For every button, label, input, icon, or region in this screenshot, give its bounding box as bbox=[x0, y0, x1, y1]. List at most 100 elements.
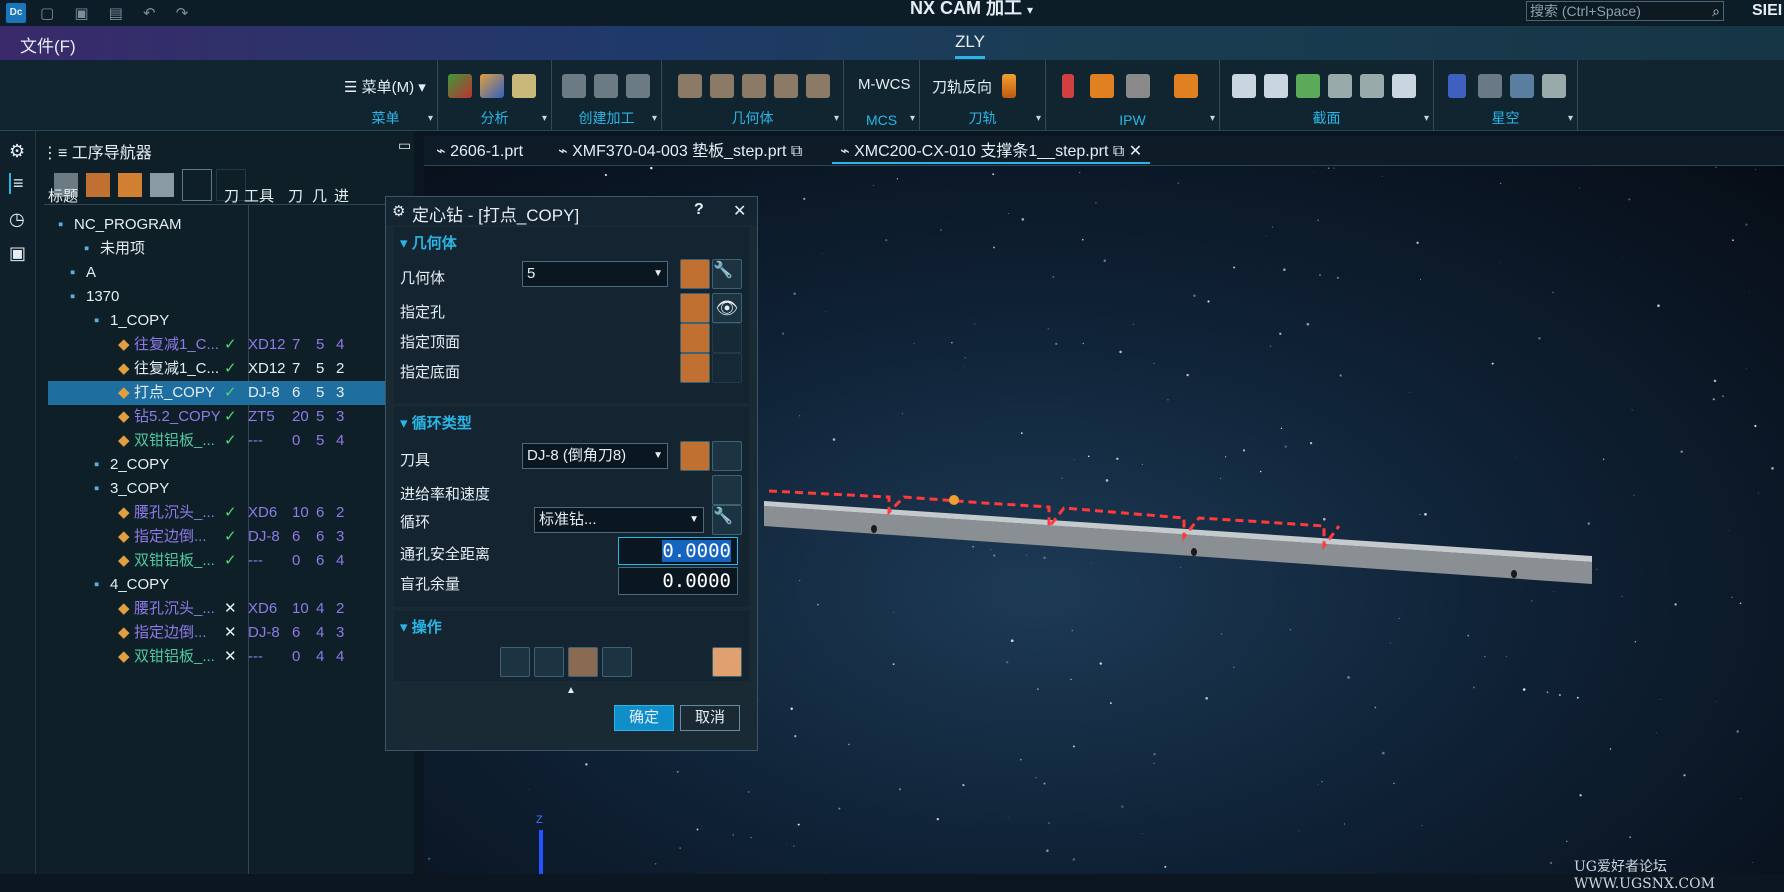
table-row[interactable]: ▪ 3_COPY bbox=[48, 477, 406, 501]
close-icon[interactable]: ✕ bbox=[1129, 143, 1142, 160]
tab-file-2[interactable]: ⌁ XMF370-04-003 垫板_step.prt ⧉ bbox=[550, 140, 810, 164]
ipw-icon-4[interactable] bbox=[1174, 74, 1198, 98]
section-icon-4[interactable] bbox=[1328, 74, 1352, 98]
section-icon-5[interactable] bbox=[1360, 74, 1384, 98]
close-icon[interactable]: ✕ bbox=[733, 201, 746, 221]
select-hole-icon[interactable] bbox=[680, 293, 710, 323]
panel-window-icon[interactable]: ▭ bbox=[398, 137, 411, 154]
replay-icon[interactable] bbox=[534, 647, 564, 677]
generate-icon[interactable] bbox=[500, 647, 530, 677]
section-icon-1[interactable] bbox=[1232, 74, 1256, 98]
table-row[interactable]: ◆ 腰孔沉头_... ✓ XD6 10 6 2 bbox=[48, 501, 406, 525]
tab-file-1[interactable]: ⌁ 2606-1.prt bbox=[428, 140, 531, 164]
layers-icon[interactable] bbox=[1392, 74, 1416, 98]
help-icon[interactable]: ? bbox=[694, 201, 704, 219]
quick-access-icons[interactable]: ▢ ▣ ▤ ↶ ↷ bbox=[40, 4, 196, 22]
section-geometry-header[interactable]: ▾ 几何体 bbox=[400, 232, 457, 253]
tool-select[interactable]: DJ-8 (倒角刀8) ▼ bbox=[522, 443, 668, 469]
table-row[interactable]: ◆ 打点_COPY ✓ DJ-8 6 5 3 bbox=[48, 381, 406, 405]
chevron-down-icon[interactable]: ▾ bbox=[1210, 113, 1215, 124]
analysis-icon[interactable] bbox=[448, 74, 472, 98]
feeds-speeds-icon[interactable] bbox=[712, 475, 742, 505]
table-row[interactable]: ▪ 4_COPY bbox=[48, 573, 406, 597]
table-row[interactable]: ▪ 1_COPY bbox=[48, 309, 406, 333]
verify-icon[interactable] bbox=[568, 647, 598, 677]
starry-icon-4[interactable] bbox=[1542, 74, 1566, 98]
geometry-select[interactable]: 5 ▼ bbox=[522, 261, 668, 287]
starry-icon-2[interactable] bbox=[1478, 74, 1502, 98]
toolpath-icon[interactable] bbox=[1002, 74, 1016, 98]
file-menu[interactable]: 文件(F) bbox=[20, 32, 76, 57]
new-geometry-icon[interactable] bbox=[680, 259, 710, 289]
section-icon-3[interactable] bbox=[1296, 74, 1320, 98]
chevron-down-icon[interactable]: ▾ bbox=[910, 113, 915, 124]
operation-navigator-icon[interactable]: ≡ bbox=[9, 173, 24, 194]
wrench-icon[interactable]: 🔧 bbox=[712, 259, 742, 289]
geom-icon-1[interactable] bbox=[678, 74, 702, 98]
wrench-icon[interactable]: 🔧 bbox=[712, 505, 742, 535]
table-row[interactable]: ◆ 往复减1_C... ✓ XD12 7 5 4 bbox=[48, 333, 406, 357]
select-bottom-icon[interactable] bbox=[680, 353, 710, 383]
search-input[interactable]: 搜索 (Ctrl+Space) ⌕ bbox=[1526, 1, 1724, 21]
list-icon[interactable] bbox=[602, 647, 632, 677]
gear-icon[interactable]: ⚙ bbox=[9, 141, 25, 162]
new-tool-icon[interactable] bbox=[680, 441, 710, 471]
chevron-down-icon[interactable]: ▾ bbox=[542, 113, 547, 124]
geom-icon-3[interactable] bbox=[742, 74, 766, 98]
geom-icon-4[interactable] bbox=[774, 74, 798, 98]
create-tool-icon[interactable] bbox=[594, 74, 618, 98]
axis-triad-icon[interactable] bbox=[539, 830, 543, 874]
section-icon-2[interactable] bbox=[1264, 74, 1288, 98]
chevron-down-icon[interactable]: ▾ bbox=[428, 113, 433, 124]
cancel-button[interactable]: 取消 bbox=[680, 705, 740, 731]
ruler-icon[interactable] bbox=[512, 74, 536, 98]
chevron-down-icon[interactable]: ▾ bbox=[1424, 113, 1429, 124]
table-row[interactable]: ◆ 指定边倒... ✓ DJ-8 6 6 3 bbox=[48, 525, 406, 549]
geom-icon-2[interactable] bbox=[710, 74, 734, 98]
edit-tool-icon[interactable] bbox=[712, 441, 742, 471]
table-row[interactable]: ◆ 往复减1_C... ✓ XD12 7 5 2 bbox=[48, 357, 406, 381]
table-row[interactable]: ◆ 腰孔沉头_... ✕ XD6 10 4 2 bbox=[48, 597, 406, 621]
table-row[interactable]: ▪ 2_COPY bbox=[48, 453, 406, 477]
chevron-down-icon[interactable]: ▾ bbox=[652, 113, 657, 124]
output-icon[interactable] bbox=[712, 647, 742, 677]
mwcs-button[interactable]: M-WCS bbox=[858, 76, 911, 93]
table-row[interactable]: ▪ A bbox=[48, 261, 406, 285]
cycle-select[interactable]: 标准钻... ▼ bbox=[534, 507, 704, 533]
tab-zly[interactable]: ZLY bbox=[955, 32, 985, 59]
machine-icon[interactable]: ▣ bbox=[9, 243, 26, 264]
eye-icon[interactable]: 👁 bbox=[712, 293, 742, 323]
toolpath-reverse-button[interactable]: 刀轨反向 bbox=[932, 76, 992, 97]
blind-allowance-input[interactable]: 0.0000 bbox=[618, 567, 738, 595]
table-row[interactable]: ◆ 钻5.2_COPY ✓ ZT5 20 5 3 bbox=[48, 405, 406, 429]
select-top-icon[interactable] bbox=[680, 323, 710, 353]
menu-button[interactable]: ☰ 菜单(M) ▾ bbox=[344, 76, 426, 97]
section-actions-header[interactable]: ▾ 操作 bbox=[400, 616, 442, 637]
table-row[interactable]: ◆ 双钳铝板_... ✓ --- 0 6 4 bbox=[48, 549, 406, 573]
ipw-icon-1[interactable] bbox=[1062, 74, 1074, 98]
table-row[interactable]: ◆ 双钳铝板_... ✕ --- 0 4 4 bbox=[48, 645, 406, 669]
tab-file-3[interactable]: ⌁ XMC200-CX-010 支撑条1__step.prt ⧉ ✕ bbox=[832, 140, 1151, 164]
chevron-down-icon[interactable]: ▾ bbox=[1568, 113, 1573, 124]
table-row[interactable]: ▪ 1370 bbox=[48, 285, 406, 309]
clearance-input[interactable]: 0.0000 bbox=[618, 537, 738, 565]
search-icon[interactable]: ⌕ bbox=[1712, 2, 1720, 20]
ipw-icon-2[interactable] bbox=[1090, 74, 1114, 98]
table-row[interactable]: ◆ 双钳铝板_... ✓ --- 0 5 4 bbox=[48, 429, 406, 453]
starry-icon-1[interactable] bbox=[1448, 74, 1466, 98]
history-icon[interactable]: ◷ bbox=[9, 209, 25, 230]
table-row[interactable]: ◆ 指定边倒... ✕ DJ-8 6 4 3 bbox=[48, 621, 406, 645]
dialog-titlebar[interactable]: ⚙ 定心钻 - [打点_COPY] ? ✕ bbox=[386, 197, 757, 225]
app-logo[interactable]: Dc bbox=[6, 3, 26, 23]
ipw-icon-3[interactable] bbox=[1126, 74, 1150, 98]
section-cycle-header[interactable]: ▾ 循环类型 bbox=[400, 412, 472, 433]
geom-icon-5[interactable] bbox=[806, 74, 830, 98]
create-op-icon[interactable] bbox=[562, 74, 586, 98]
table-row[interactable]: ▪ 未用项 bbox=[48, 237, 406, 261]
starry-icon-3[interactable] bbox=[1510, 74, 1534, 98]
ok-button[interactable]: 确定 bbox=[614, 705, 674, 731]
chevron-up-icon[interactable]: ▲ bbox=[566, 685, 576, 696]
table-row[interactable]: ▪ NC_PROGRAM bbox=[48, 213, 406, 237]
chevron-down-icon[interactable]: ▾ bbox=[834, 113, 839, 124]
create-geom-icon[interactable] bbox=[626, 74, 650, 98]
